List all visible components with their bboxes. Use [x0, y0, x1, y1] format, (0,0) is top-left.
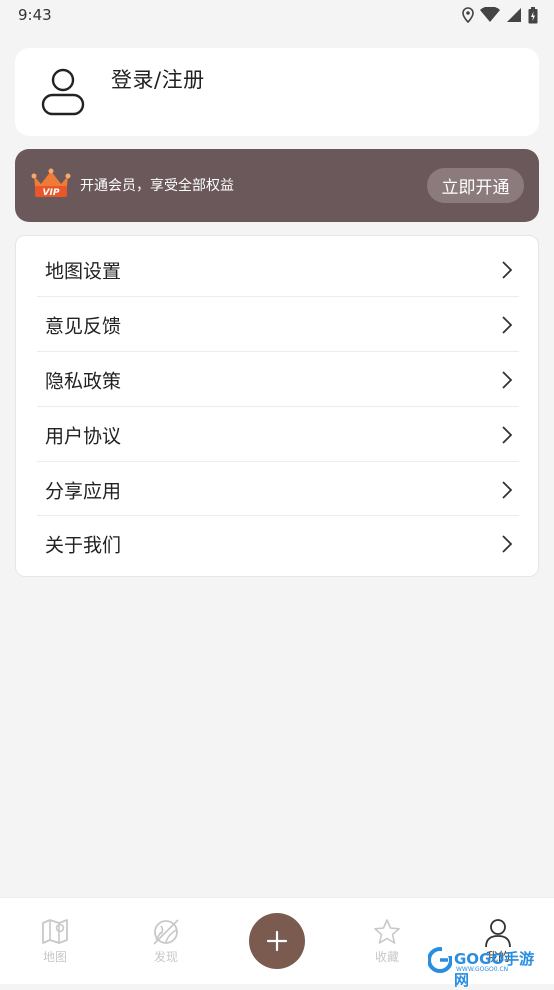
menu-item-about-us[interactable]: 关于我们	[15, 516, 539, 571]
watermark-url: WWW.GOGO0.CN	[456, 966, 509, 973]
tab-favorites[interactable]: 收藏	[347, 898, 427, 985]
watermark-g-icon	[428, 947, 452, 973]
status-time: 9:43	[18, 6, 52, 24]
chevron-right-icon	[502, 315, 513, 334]
chevron-right-icon	[502, 480, 513, 499]
compass-icon	[153, 919, 179, 945]
star-icon	[374, 919, 400, 944]
tab-discover[interactable]: 发现	[126, 898, 206, 985]
tab-map[interactable]: 地图	[15, 898, 95, 985]
vip-promo-text: 开通会员，享受全部权益	[80, 178, 234, 194]
tab-label: 地图	[42, 950, 67, 964]
battery-icon	[528, 6, 538, 23]
menu-item-label: 地图设置	[45, 260, 122, 282]
menu-item-share-app[interactable]: 分享应用	[15, 462, 539, 517]
menu-item-map-settings[interactable]: 地图设置	[15, 242, 539, 297]
chevron-right-icon	[502, 534, 513, 553]
menu-item-privacy-policy[interactable]: 隐私政策	[15, 352, 539, 407]
chevron-right-icon	[502, 425, 513, 444]
plus-icon	[266, 930, 288, 952]
avatar-icon	[41, 68, 85, 116]
status-bar: 9:43	[0, 0, 554, 30]
menu-item-feedback[interactable]: 意见反馈	[15, 297, 539, 352]
crown-icon: VIP	[31, 168, 71, 198]
menu-item-label: 意见反馈	[45, 315, 122, 337]
vip-badge-text: VIP	[43, 188, 60, 198]
menu-item-label: 隐私政策	[45, 370, 122, 392]
chevron-right-icon	[502, 370, 513, 389]
menu-item-label: 分享应用	[45, 480, 122, 502]
menu-item-label: 用户协议	[45, 425, 122, 447]
login-card[interactable]	[15, 48, 539, 136]
watermark-logo: GOGO手游网 WWW.GOGO0.CN	[428, 946, 538, 989]
map-icon	[42, 919, 68, 944]
tab-label: 发现	[153, 950, 178, 964]
login-register-label[interactable]: 登录/注册	[111, 64, 205, 94]
menu-item-user-agreement[interactable]: 用户协议	[15, 407, 539, 462]
tab-label: 收藏	[374, 950, 399, 964]
menu-item-label: 关于我们	[45, 534, 122, 556]
add-button[interactable]	[249, 913, 305, 969]
signal-icon	[507, 8, 521, 22]
location-icon	[462, 7, 474, 23]
chevron-right-icon	[502, 260, 513, 279]
wifi-icon	[480, 7, 500, 22]
vip-open-button[interactable]: 立即开通	[427, 168, 524, 203]
status-icons	[462, 6, 538, 24]
person-icon	[485, 919, 511, 948]
